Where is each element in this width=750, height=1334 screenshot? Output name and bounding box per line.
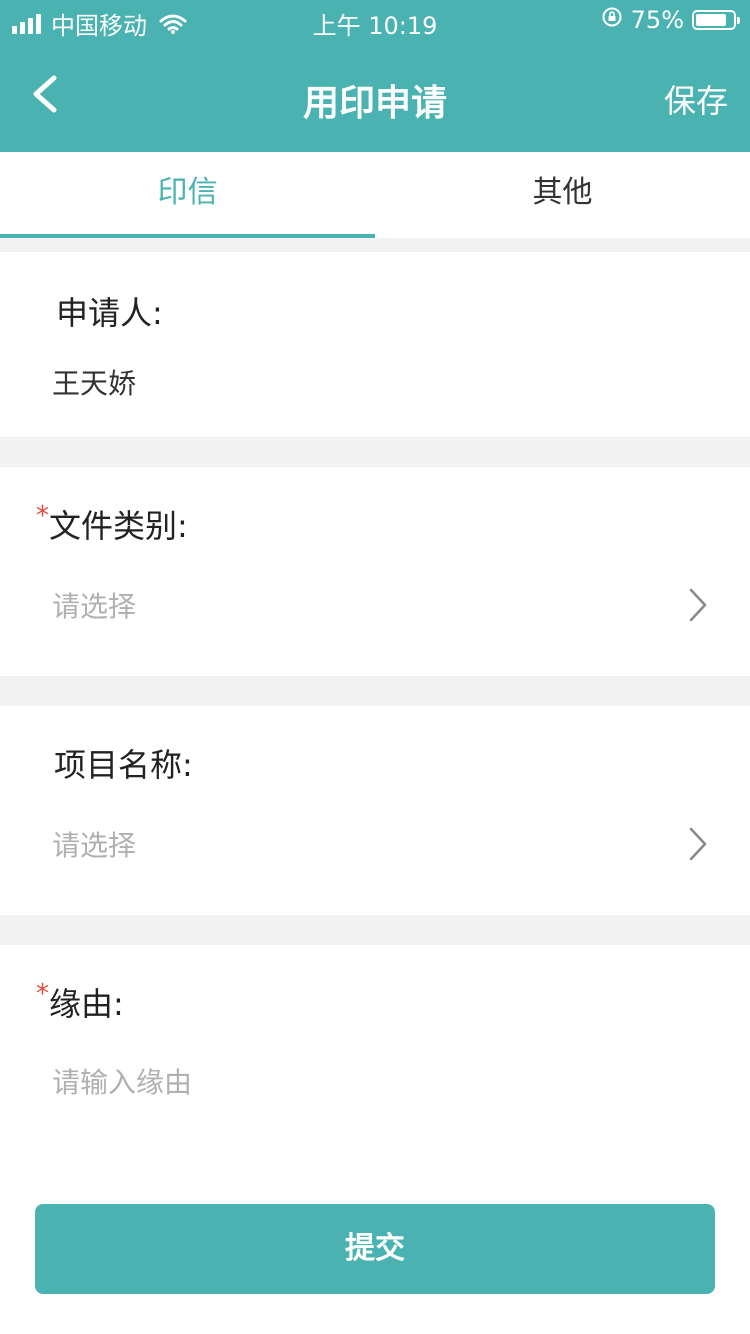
divider [0, 676, 750, 706]
applicant-label: 申请人: [56, 294, 163, 332]
chevron-right-icon [689, 827, 707, 861]
project-name-label: 项目名称: [54, 746, 193, 784]
file-type-field[interactable]: *文件类别: 请选择 [0, 467, 750, 676]
applicant-section: 申请人: 王天娇 [0, 252, 750, 437]
applicant-value: 王天娇 [52, 367, 137, 400]
nav-bar: 用印申请 保存 [0, 40, 750, 152]
status-bar: 中国移动 上午 10:19 75% [0, 0, 750, 40]
tab-other[interactable]: 其他 [375, 152, 750, 238]
battery-icon [692, 10, 740, 30]
submit-button[interactable]: 提交 [35, 1204, 715, 1294]
required-mark: * [36, 979, 49, 1009]
divider [0, 915, 750, 945]
battery-percent: 75% [630, 6, 684, 34]
required-mark: * [36, 501, 49, 531]
tab-seal[interactable]: 印信 [0, 152, 375, 238]
divider [0, 437, 750, 467]
page-title: 用印申请 [302, 83, 447, 124]
reason-label: 缘由: [49, 985, 124, 1023]
project-name-placeholder: 请选择 [52, 829, 137, 862]
project-name-field[interactable]: 项目名称: 请选择 [0, 706, 750, 915]
rotation-lock-icon [601, 6, 623, 34]
file-type-label: 文件类别: [49, 507, 188, 545]
save-button[interactable]: 保存 [664, 76, 728, 122]
chevron-right-icon [689, 588, 707, 622]
tab-bar: 印信 其他 [0, 152, 750, 238]
reason-input[interactable]: 请输入缘由 [52, 1061, 192, 1101]
file-type-placeholder: 请选择 [52, 590, 137, 623]
divider [0, 238, 750, 252]
